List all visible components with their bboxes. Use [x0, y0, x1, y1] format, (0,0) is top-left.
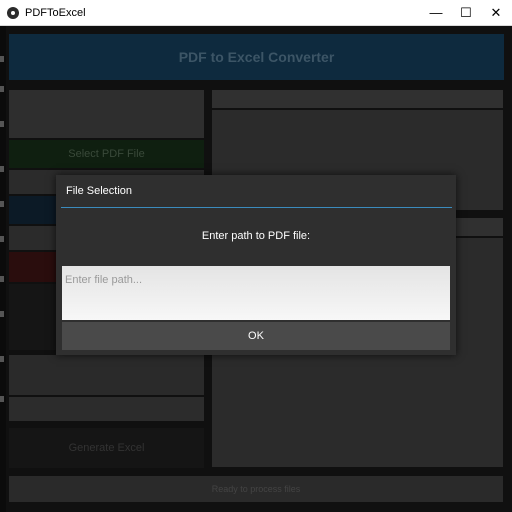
app-icon	[7, 6, 19, 19]
file-path-input[interactable]	[62, 266, 450, 320]
dialog-prompt: Enter path to PDF file:	[201, 230, 311, 242]
window-titlebar: PDFToExcel — ☐ ✕	[0, 0, 512, 26]
maximize-button[interactable]: ☐	[451, 0, 481, 25]
select-pdf-button[interactable]: Select PDF File	[9, 140, 204, 168]
minimize-button[interactable]: —	[421, 0, 451, 25]
left-panel-option-1[interactable]	[9, 355, 204, 395]
generate-excel-button[interactable]: Generate Excel	[9, 428, 204, 468]
left-panel-top	[9, 90, 204, 138]
status-bar: Ready to process files	[9, 476, 503, 502]
left-panel-option-2[interactable]	[9, 397, 204, 421]
close-button[interactable]: ✕	[481, 0, 511, 25]
header-title: PDF to Excel Converter	[178, 49, 335, 65]
status-text: Ready to process files	[211, 484, 301, 494]
app-header: PDF to Excel Converter	[9, 34, 504, 80]
dialog-title: File Selection	[66, 185, 133, 197]
file-selection-dialog: File Selection Enter path to PDF file: O…	[56, 175, 456, 355]
ok-button[interactable]: OK	[62, 322, 450, 350]
right-top-panel-header	[212, 90, 503, 108]
dialog-divider	[61, 207, 452, 208]
window-title: PDFToExcel	[25, 6, 86, 19]
